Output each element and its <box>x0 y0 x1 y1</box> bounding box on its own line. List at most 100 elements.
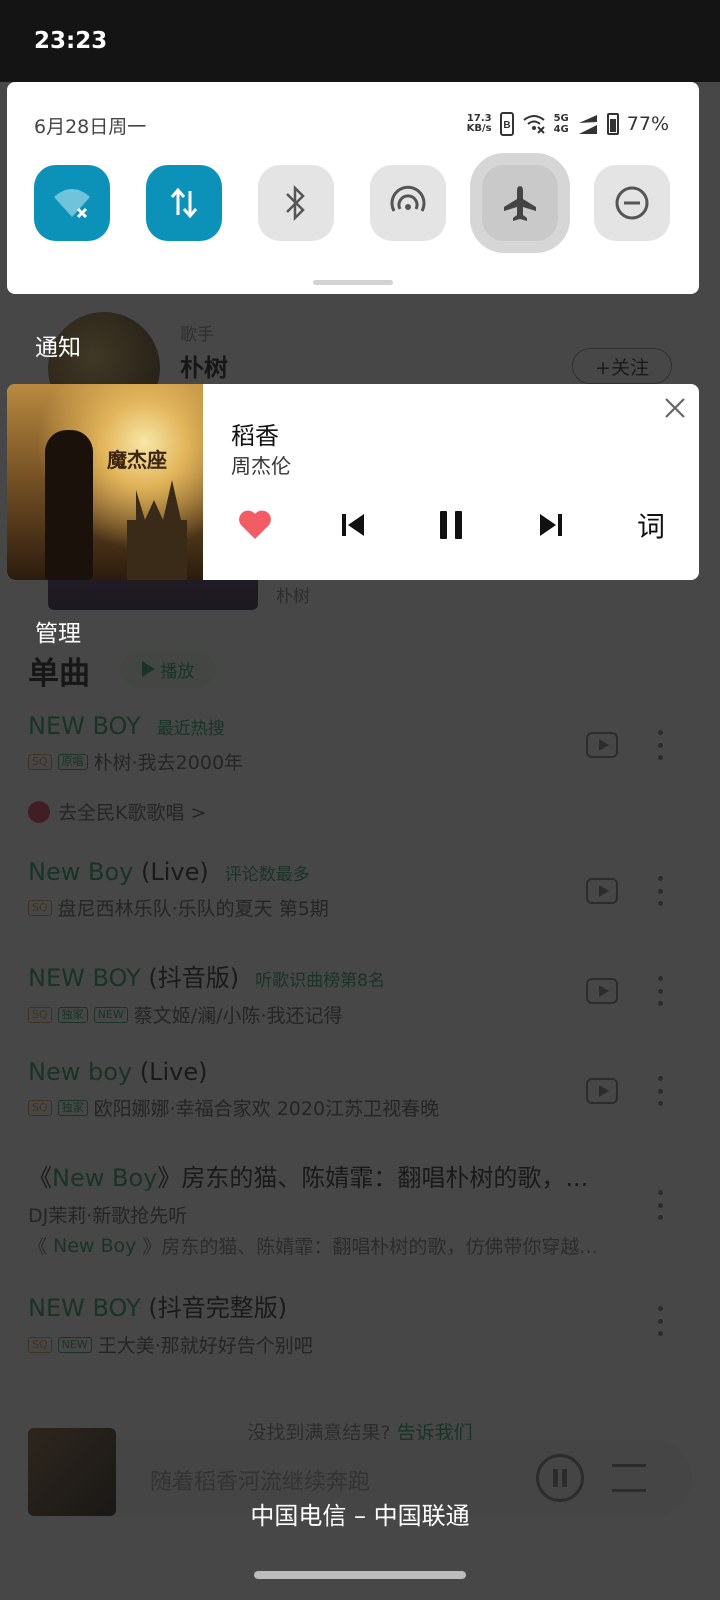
wifi-off-icon <box>522 115 545 134</box>
network-type: 5G 4G <box>554 113 569 135</box>
previous-button[interactable] <box>333 504 373 546</box>
artist-name: 朴树 <box>180 354 228 382</box>
status-time: 23:23 <box>34 28 108 54</box>
album-art[interactable]: 魔杰座 <box>7 384 203 580</box>
song-tag: 听歌识曲榜第8名 <box>255 971 385 991</box>
song-desc: 》房东的猫、陈婧霏：翻唱朴树的歌，仿佛带你穿越... <box>142 1236 598 1258</box>
close-icon[interactable] <box>663 396 687 420</box>
navigation-handle[interactable] <box>254 1571 466 1579</box>
sq-badge: SQ <box>28 1006 52 1023</box>
song-tag: 评论数最多 <box>224 865 310 885</box>
mini-player-lyric: 随着稻香河流继续奔跑 <box>150 1470 371 1495</box>
more-vertical-icon[interactable] <box>658 1190 664 1220</box>
new-badge: NEW <box>93 1006 128 1023</box>
network-type-top: 5G <box>553 113 569 124</box>
song-row[interactable]: New Boy (Live) 评论数最多 SQ 盘尼西林乐队·乐队的夏天 第5期 <box>28 858 708 921</box>
ksong-link[interactable]: 去全民K歌歌唱 > <box>28 798 206 825</box>
artist-role: 歌手 <box>180 325 214 345</box>
drag-handle[interactable] <box>313 280 393 285</box>
sq-badge: SQ <box>28 899 52 916</box>
notifications-label: 通知 <box>35 335 81 361</box>
pause-button[interactable] <box>431 504 471 546</box>
mv-play-icon[interactable] <box>586 732 618 758</box>
net-speed: 17.3 KB/s <box>467 114 492 134</box>
sq-badge: SQ <box>28 1099 52 1116</box>
song-title: NEW BOY <box>28 964 141 992</box>
song-row[interactable]: NEW BOY (抖音完整版) SQ NEW 王大美·那就好好告个别吧 <box>28 1288 708 1358</box>
song-title-suffix: (抖音完整版) <box>140 1294 288 1322</box>
more-vertical-icon[interactable] <box>658 730 664 760</box>
mini-pause-icon[interactable] <box>536 1454 584 1502</box>
mobile-data-tile[interactable] <box>146 165 222 241</box>
mv-play-icon[interactable] <box>586 878 618 904</box>
manage-label[interactable]: 管理 <box>35 614 81 648</box>
play-all-button[interactable]: 播放 <box>120 650 216 688</box>
track-title: 稻香 <box>231 422 279 450</box>
more-vertical-icon[interactable] <box>658 1076 664 1106</box>
network-type-bottom: 4G <box>553 124 569 135</box>
song-subtitle: 王大美·那就好好告个别吧 <box>97 1335 313 1357</box>
new-badge: NEW <box>57 1336 92 1353</box>
do-not-disturb-tile[interactable] <box>594 165 670 241</box>
svg-text:B: B <box>503 120 510 131</box>
do-not-disturb-icon <box>615 186 649 220</box>
mv-play-icon[interactable] <box>586 1078 618 1104</box>
song-title: NEW BOY <box>28 1294 141 1322</box>
song-row[interactable]: 《New Boy》房东的猫、陈婧霏：翻唱朴树的歌，... DJ茉莉·新歌抢先听 … <box>28 1158 708 1259</box>
net-speed-unit: KB/s <box>466 123 492 134</box>
background-music-app: 歌手 朴树 +关注 朴树 单曲 播放 NEW BOY 最近热搜 SQ 原唱 朴树·我去… <box>0 82 720 1600</box>
more-vertical-icon[interactable] <box>658 976 664 1006</box>
like-button[interactable] <box>235 504 275 546</box>
song-desc-highlight: New Boy <box>53 1234 137 1257</box>
song-title-suffix: (Live) <box>132 1058 208 1086</box>
wifi-off-icon <box>54 189 90 219</box>
skip-next-icon <box>540 514 562 536</box>
song-subtitle: 盘尼西林乐队·乐队的夏天 第5期 <box>57 898 329 920</box>
exclusive-badge: 独家 <box>57 1099 88 1116</box>
track-artist: 周杰伦 <box>231 454 291 478</box>
airplane-mode-tile[interactable] <box>482 165 558 241</box>
play-icon <box>141 661 155 677</box>
song-title: New Boy <box>28 858 134 886</box>
song-subtitle: 欧阳娜娜·幸福合家欢 2020江苏卫视春晚 <box>93 1098 440 1120</box>
battery-icon <box>606 113 619 135</box>
bluetooth-icon <box>286 184 305 222</box>
next-button[interactable] <box>531 504 571 546</box>
sim-data-icon: B <box>499 112 514 136</box>
original-badge: 原唱 <box>57 753 88 770</box>
more-vertical-icon[interactable] <box>658 1306 664 1336</box>
data-transfer-icon <box>170 187 198 219</box>
sq-badge: SQ <box>28 1336 52 1353</box>
carrier-label: 中国电信 – 中国联通 <box>250 1502 470 1530</box>
follow-button[interactable]: +关注 <box>572 348 672 384</box>
more-vertical-icon[interactable] <box>658 876 664 906</box>
date-label[interactable]: 6月28日周一 <box>34 112 146 139</box>
album-art-castle <box>127 480 187 580</box>
ksong-label: 去全民K歌歌唱 > <box>58 802 207 824</box>
sq-badge: SQ <box>28 753 52 770</box>
song-row[interactable]: New boy (Live) SQ 独家 欧阳娜娜·幸福合家欢 2020江苏卫视春晚 <box>28 1058 708 1121</box>
song-tag: 最近热搜 <box>156 719 225 739</box>
song-row[interactable]: NEW BOY 最近热搜 SQ 原唱 朴树·我去2000年 <box>28 712 708 775</box>
song-title-suffix: (抖音版) <box>140 964 240 992</box>
media-notification[interactable]: 魔杰座 稻香 周杰伦 词 <box>7 384 699 580</box>
song-title: New boy <box>28 1058 133 1086</box>
skip-previous-icon <box>342 514 364 536</box>
playlist-icon[interactable] <box>612 1464 646 1492</box>
singles-heading: 单曲 <box>28 656 90 692</box>
mv-play-icon[interactable] <box>586 978 618 1004</box>
lyrics-button[interactable]: 词 <box>631 504 671 546</box>
ksong-icon <box>28 800 50 823</box>
song-subtitle: 蔡文姬/澜/小陈·我还记得 <box>133 1005 343 1027</box>
wifi-tile[interactable] <box>34 165 110 241</box>
battery-percent: 77% <box>626 113 669 135</box>
hotspot-tile[interactable] <box>370 165 446 241</box>
song-title-suffix: (Live) <box>133 858 209 886</box>
exclusive-badge: 独家 <box>57 1006 88 1023</box>
song-subtitle: DJ茉莉·新歌抢先听 <box>28 1205 188 1227</box>
song-desc-prefix: 《 <box>28 1236 48 1258</box>
play-all-label: 播放 <box>160 661 195 682</box>
bluetooth-tile[interactable] <box>258 165 334 241</box>
pause-icon <box>440 511 462 539</box>
song-row[interactable]: NEW BOY (抖音版) 听歌识曲榜第8名 SQ 独家 NEW 蔡文姬/澜/小陈·我还… <box>28 958 708 1028</box>
